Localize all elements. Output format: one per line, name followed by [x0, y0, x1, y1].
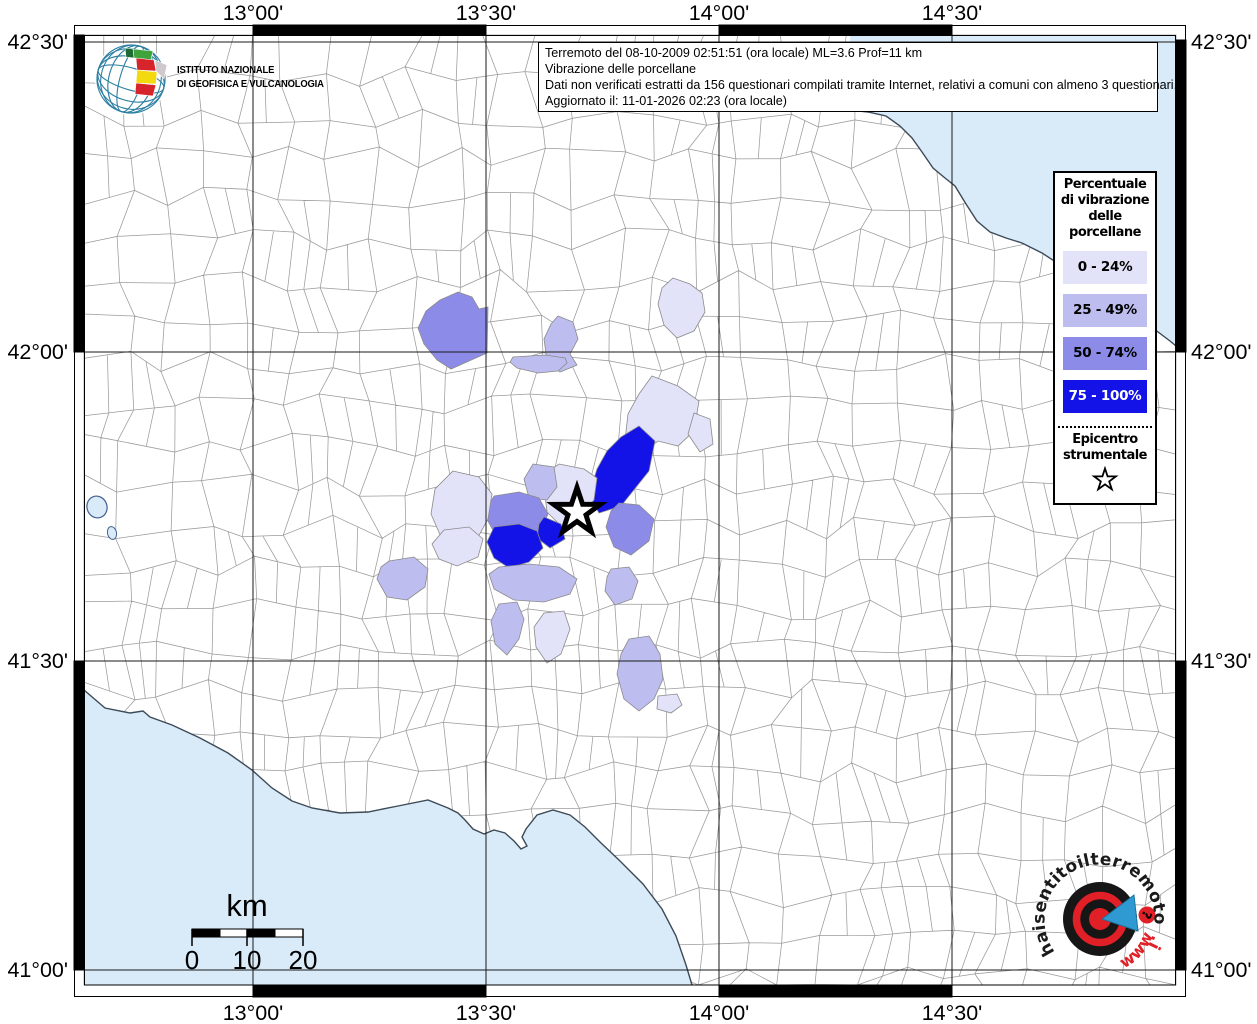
legend-class-swatch: 25 - 49% [1063, 294, 1147, 327]
legend-epicenter-line: strumentale [1063, 448, 1148, 463]
epicenter-star-icon [1091, 465, 1119, 492]
legend-title-line: Percentuale [1063, 177, 1147, 192]
longitude-label-bottom: 14°30' [922, 1001, 983, 1024]
info-line-data-note: Dati non verificati estratti da 156 ques… [545, 78, 1178, 92]
legend: Percentuale di vibrazione delle porcellane … [1053, 171, 1157, 505]
longitude-label-top: 13°00' [223, 1, 284, 25]
longitude-label-bottom: 13°30' [456, 1001, 517, 1024]
longitude-label-top: 14°30' [922, 1, 983, 25]
longitude-label-top: 14°00' [689, 1, 750, 25]
legend-title-line: di vibrazione [1060, 193, 1150, 208]
scale-bar-unit: km [226, 888, 267, 923]
legend-class-swatch: 50 - 74% [1063, 337, 1147, 370]
frame-band [252, 24, 487, 36]
longitude-label-bottom: 14°00' [689, 1001, 750, 1024]
scale-bar-segment [219, 928, 248, 938]
map-canvas: 13°00' 13°30' 14°00' 14°30' 13°00' 13°30' 14°0… [0, 0, 1252, 1024]
legend-epicenter-label: Epicentro strumentale [1055, 432, 1155, 464]
legend-separator [1058, 426, 1152, 428]
legend-title-line: delle [1088, 209, 1122, 224]
scale-bar-segment [191, 928, 221, 938]
scale-bar-tick-label: 10 [233, 945, 262, 975]
ingv-wordmark-line1: ISTITUTO NAZIONALE [177, 65, 275, 77]
latitude-label-left: 41°00' [7, 958, 68, 982]
ingv-wordmark-line2: DI GEOFISICA E VULCANOLOGIA [177, 79, 324, 91]
legend-classes: 0 - 24% 25 - 49% 50 - 74% 75 - 100% [1055, 251, 1155, 413]
info-line-event: Terremoto del 08-10-2009 02:51:51 (ora l… [545, 46, 923, 60]
latitude-label-left: 42°30' [7, 30, 68, 54]
scale-bar-tick-label: 0 [185, 945, 199, 975]
latitude-label-right: 41°00' [1191, 958, 1252, 982]
longitude-label-bottom: 13°00' [223, 1001, 284, 1024]
scale-bar-tick-label: 20 [289, 945, 318, 975]
epicenter-star-glyph [1091, 465, 1119, 492]
frame-band [718, 24, 953, 36]
frame-band [252, 985, 487, 998]
macroseismic-map-page: { "info_box": { "lines": [ "Terremoto de… [0, 0, 1257, 1024]
frame-band [1175, 660, 1187, 971]
frame-band [73, 34, 85, 353]
info-line-effect: Vibrazione delle porcellane [545, 62, 696, 76]
legend-class-swatch: 0 - 24% [1063, 251, 1147, 284]
earthquake-info-box: Terremoto del 08-10-2009 02:51:51 (ora l… [538, 42, 1178, 112]
frame-band [73, 660, 85, 971]
longitude-label-top: 13°30' [456, 1, 517, 25]
latitude-label-left: 41°30' [7, 649, 68, 673]
legend-title: Percentuale di vibrazione delle porcellane [1055, 177, 1155, 241]
frame-band [1175, 39, 1187, 353]
frame-band [718, 985, 953, 998]
info-line-updated: Aggiornato il: 11-01-2026 02:23 (ora loc… [545, 94, 787, 108]
latitude-label-right: 42°30' [1191, 30, 1252, 54]
legend-epicenter-line: Epicentro [1072, 432, 1138, 447]
scale-bar-segment [274, 928, 304, 938]
latitude-label-left: 42°00' [7, 340, 68, 364]
scale-bar-segment [246, 928, 276, 938]
legend-class-swatch: 75 - 100% [1063, 380, 1147, 413]
latitude-label-right: 41°30' [1191, 649, 1252, 673]
legend-title-line: porcellane [1069, 225, 1141, 240]
latitude-label-right: 42°00' [1191, 340, 1252, 364]
